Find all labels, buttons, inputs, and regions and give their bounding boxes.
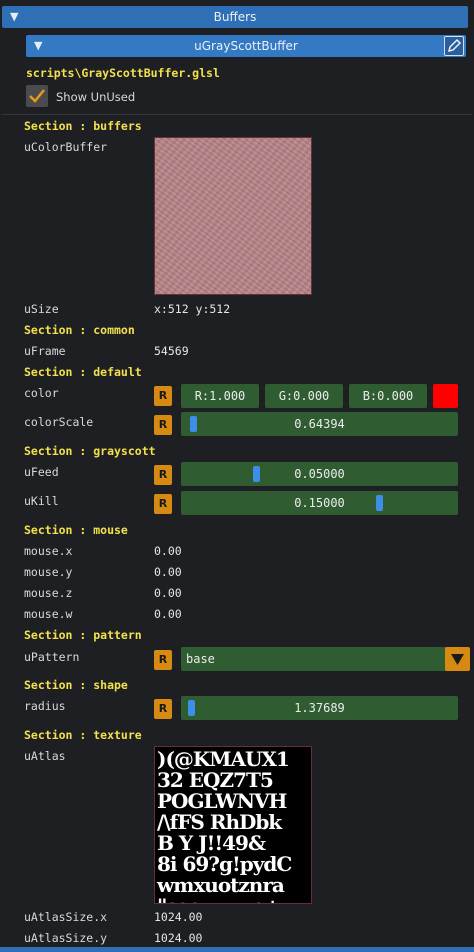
edit-button[interactable] bbox=[444, 36, 464, 56]
uniform-uatlassize-y-label: uAtlasSize.y bbox=[24, 931, 108, 945]
script-path: scripts\GrayScottBuffer.glsl bbox=[26, 66, 220, 80]
atlas-glyph-row: )(@KMAUX1 bbox=[157, 747, 290, 771]
uniform-mouse-y-label: mouse.y bbox=[24, 565, 73, 579]
bottom-scroll-edge bbox=[0, 947, 474, 952]
section-buffers: Section : buffers bbox=[24, 119, 142, 133]
uniform-uatlassize-x-label: uAtlasSize.x bbox=[24, 910, 108, 924]
atlas-glyph-row: /\fFS RhDbk bbox=[157, 810, 282, 834]
color-b-field[interactable]: B:0.000 bbox=[349, 384, 427, 408]
uniform-mouse-x-label: mouse.x bbox=[24, 544, 73, 558]
uniform-upattern-label: uPattern bbox=[24, 650, 80, 664]
uniform-mouse-w-value: 0.00 bbox=[154, 607, 182, 621]
buffer-subheader[interactable]: ▼ uGrayScottBuffer bbox=[26, 35, 466, 57]
dropdown-arrow-icon bbox=[451, 654, 464, 665]
uniform-uatlassize-y-value: 1024.00 bbox=[154, 931, 203, 945]
buffers-title: Buffers bbox=[213, 10, 257, 24]
uniform-radius-label: radius bbox=[24, 699, 66, 713]
section-default: Section : default bbox=[24, 365, 142, 379]
section-common: Section : common bbox=[24, 323, 135, 337]
color-buffer-preview bbox=[154, 137, 312, 295]
reset-upattern-button[interactable]: R bbox=[154, 650, 172, 670]
buffer-title: uGrayScottBuffer bbox=[194, 39, 298, 53]
ufeed-value: 0.05000 bbox=[294, 467, 345, 481]
atlas-glyph-row: B Y J!!49& bbox=[157, 831, 266, 855]
pencil-icon bbox=[447, 38, 462, 53]
atlas-glyph-row: 8i 69?g!pydC bbox=[157, 852, 292, 876]
uniform-uframe-value: 54569 bbox=[154, 344, 189, 358]
uniform-color-label: color bbox=[24, 386, 59, 400]
collapse-triangle-icon[interactable]: ▼ bbox=[34, 35, 42, 57]
radius-value: 1.37689 bbox=[294, 701, 345, 715]
section-grayscott: Section : grayscott bbox=[24, 444, 156, 458]
upattern-value: base bbox=[186, 652, 215, 666]
uniform-mouse-y-value: 0.00 bbox=[154, 565, 182, 579]
reset-radius-button[interactable]: R bbox=[154, 699, 172, 719]
uniform-ufeed-label: uFeed bbox=[24, 465, 59, 479]
uniform-ukill-label: uKill bbox=[24, 494, 59, 508]
uniform-uatlassize-x-value: 1024.00 bbox=[154, 910, 203, 924]
ukill-value: 0.15000 bbox=[294, 496, 345, 510]
uniform-mouse-x-value: 0.00 bbox=[154, 544, 182, 558]
color-swatch[interactable] bbox=[433, 384, 458, 408]
reset-colorscale-button[interactable]: R bbox=[154, 415, 172, 435]
show-unused-checkbox[interactable] bbox=[26, 85, 48, 107]
color-g-field[interactable]: G:0.000 bbox=[265, 384, 343, 408]
atlas-glyph-row: "secu=-=o+: bbox=[157, 896, 309, 904]
slider-knob[interactable] bbox=[190, 416, 198, 432]
section-texture: Section : texture bbox=[24, 728, 142, 742]
uniform-uframe-label: uFrame bbox=[24, 344, 66, 358]
color-r-field[interactable]: R:1.000 bbox=[181, 384, 259, 408]
section-mouse: Section : mouse bbox=[24, 523, 128, 537]
colorscale-value: 0.64394 bbox=[294, 417, 345, 431]
uniform-usize-label: uSize bbox=[24, 302, 59, 316]
section-pattern: Section : pattern bbox=[24, 628, 142, 642]
uniform-ucolorbuffer-label: uColorBuffer bbox=[24, 140, 108, 154]
ukill-slider[interactable]: 0.15000 bbox=[181, 491, 458, 515]
uniform-uatlas-label: uAtlas bbox=[24, 749, 66, 763]
dropdown-arrow-button[interactable] bbox=[445, 647, 470, 671]
uniform-mouse-w-label: mouse.w bbox=[24, 607, 73, 621]
uniform-usize-value: x:512 y:512 bbox=[154, 302, 231, 316]
reset-ukill-button[interactable]: R bbox=[154, 494, 172, 514]
divider bbox=[2, 114, 472, 115]
uniform-mouse-z-value: 0.00 bbox=[154, 586, 182, 600]
slider-knob[interactable] bbox=[253, 466, 261, 482]
slider-knob[interactable] bbox=[376, 495, 384, 511]
uniform-mouse-z-label: mouse.z bbox=[24, 586, 73, 600]
uniform-colorscale-label: colorScale bbox=[24, 415, 94, 429]
checkmark-icon bbox=[29, 89, 45, 103]
font-atlas-preview: )(@KMAUX1 32 EQZ7T5 POGLWNVH/\fFS RhDbk B Y… bbox=[154, 746, 312, 904]
atlas-glyph-row: 32 EQZ7T5 bbox=[157, 768, 274, 792]
collapse-triangle-icon[interactable]: ▼ bbox=[10, 6, 18, 28]
reset-color-button[interactable]: R bbox=[154, 386, 172, 406]
reset-ufeed-button[interactable]: R bbox=[154, 465, 172, 485]
show-unused-label: Show UnUsed bbox=[56, 90, 136, 104]
section-shape: Section : shape bbox=[24, 678, 128, 692]
upattern-dropdown[interactable]: base bbox=[181, 647, 470, 671]
buffers-header[interactable]: ▼ Buffers bbox=[2, 6, 468, 28]
atlas-glyph-row: POGLWNVH bbox=[157, 789, 287, 813]
atlas-glyph-row: wmxuotznra bbox=[157, 873, 285, 897]
slider-knob[interactable] bbox=[187, 700, 195, 716]
radius-slider[interactable]: 1.37689 bbox=[181, 696, 458, 720]
ufeed-slider[interactable]: 0.05000 bbox=[181, 462, 458, 486]
colorscale-slider[interactable]: 0.64394 bbox=[181, 412, 458, 436]
